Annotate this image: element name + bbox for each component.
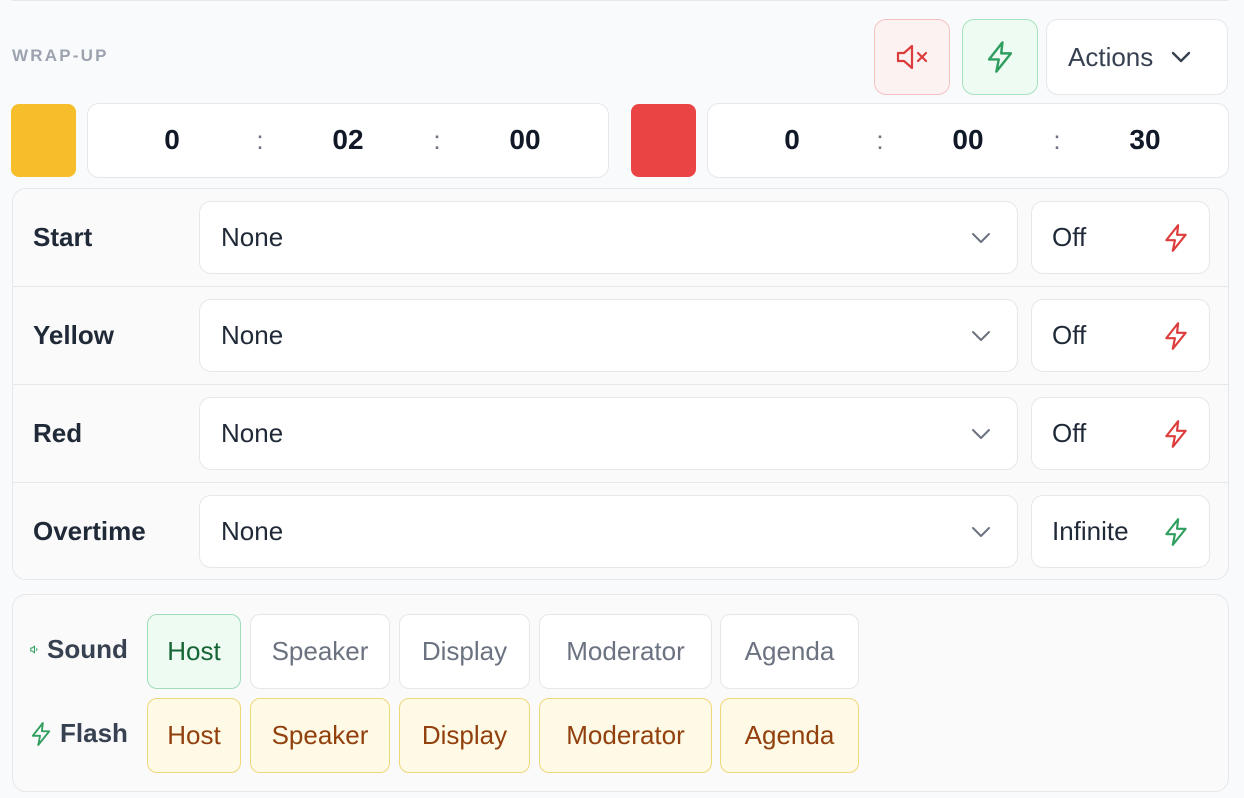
volume-x-icon: [896, 44, 928, 70]
cue-row-overtime: Overtime None Infinite: [13, 483, 1228, 579]
sound-target-speaker[interactable]: Speaker: [250, 614, 390, 689]
sound-output-label: Sound: [30, 634, 128, 665]
lightning-icon: [987, 41, 1013, 73]
time-separator: :: [433, 125, 441, 155]
flash-target-speaker[interactable]: Speaker: [250, 698, 390, 773]
sound-target-agenda[interactable]: Agenda: [720, 614, 859, 689]
sound-label: Sound: [47, 634, 128, 664]
red-hours[interactable]: 0: [784, 104, 800, 176]
cue-label: Overtime: [33, 516, 146, 546]
chevron-down-icon: [972, 428, 990, 439]
red-seconds[interactable]: 30: [1129, 104, 1160, 176]
cue-sound-value: None: [221, 516, 284, 546]
flash-label: Flash: [60, 718, 128, 748]
yellow-seconds[interactable]: 00: [509, 104, 540, 176]
flash-target-host[interactable]: Host: [147, 698, 241, 773]
cue-flash-value: Off: [1052, 320, 1087, 350]
chevron-down-icon: [1172, 51, 1191, 63]
time-separator: :: [1053, 125, 1061, 155]
cue-label: Yellow: [33, 320, 114, 350]
cue-label: Start: [33, 222, 93, 252]
actions-label: Actions: [1068, 41, 1154, 72]
chevron-down-icon: [972, 526, 990, 537]
cue-flash-toggle[interactable]: Off: [1031, 201, 1210, 274]
lightning-icon: [1165, 223, 1187, 252]
red-minutes[interactable]: 00: [952, 104, 983, 176]
cue-flash-value: Off: [1052, 222, 1087, 252]
sound-target-host[interactable]: Host: [147, 614, 241, 689]
cue-flash-value: Off: [1052, 418, 1087, 448]
flash-target-agenda[interactable]: Agenda: [720, 698, 859, 773]
cue-sound-value: None: [221, 418, 284, 448]
cue-row-red: Red None Off: [13, 385, 1228, 483]
cue-sound-select[interactable]: None: [199, 495, 1018, 568]
lightning-icon: [1165, 321, 1187, 350]
cue-sound-value: None: [221, 320, 284, 350]
sound-target-moderator[interactable]: Moderator: [539, 614, 712, 689]
flash-button[interactable]: [962, 19, 1038, 95]
red-color-swatch[interactable]: [631, 104, 696, 177]
cue-sound-select[interactable]: None: [199, 201, 1018, 274]
yellow-color-swatch[interactable]: [11, 104, 76, 177]
time-separator: :: [256, 125, 264, 155]
cue-settings-panel: Start None Off Yellow None Off Red None …: [12, 188, 1229, 580]
cue-sound-select[interactable]: None: [199, 299, 1018, 372]
red-time-input[interactable]: 0 : 00 : 30: [707, 103, 1229, 178]
cue-flash-toggle[interactable]: Infinite: [1031, 495, 1210, 568]
lightning-icon: [1165, 517, 1187, 546]
cue-label: Red: [33, 418, 83, 448]
cue-flash-toggle[interactable]: Off: [1031, 299, 1210, 372]
time-separator: :: [876, 125, 884, 155]
flash-target-moderator[interactable]: Moderator: [539, 698, 712, 773]
chevron-down-icon: [972, 330, 990, 341]
section-title: WRAP-UP: [12, 46, 109, 65]
chevron-down-icon: [972, 232, 990, 243]
cue-sound-value: None: [221, 222, 284, 252]
speaker-icon: [30, 645, 38, 654]
actions-button[interactable]: Actions: [1046, 19, 1228, 95]
yellow-minutes[interactable]: 02: [332, 104, 363, 176]
cue-sound-select[interactable]: None: [199, 397, 1018, 470]
top-divider: [12, 0, 1228, 1]
flash-output-label: Flash: [30, 718, 128, 749]
mute-button[interactable]: [874, 19, 950, 95]
flash-target-display[interactable]: Display: [399, 698, 530, 773]
cue-flash-toggle[interactable]: Off: [1031, 397, 1210, 470]
cue-flash-value: Infinite: [1052, 516, 1129, 546]
cue-row-start: Start None Off: [13, 189, 1228, 287]
yellow-hours[interactable]: 0: [164, 104, 180, 176]
lightning-icon: [31, 721, 51, 746]
sound-target-display[interactable]: Display: [399, 614, 530, 689]
output-targets-panel: Sound Host Speaker Display Moderator Age…: [12, 594, 1229, 792]
cue-row-yellow: Yellow None Off: [13, 287, 1228, 385]
yellow-time-input[interactable]: 0 : 02 : 00: [87, 103, 609, 178]
lightning-icon: [1165, 419, 1187, 448]
